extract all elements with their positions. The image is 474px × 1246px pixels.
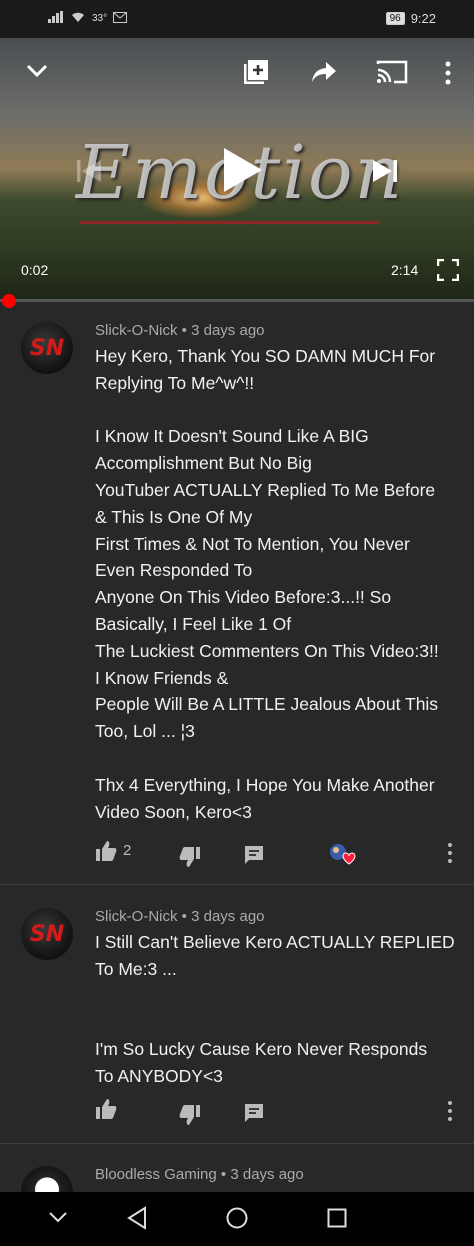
thumbs-down-icon[interactable] — [179, 846, 201, 873]
avatar[interactable]: SN — [21, 908, 73, 960]
comment-divider — [0, 1143, 474, 1144]
share-icon[interactable] — [310, 60, 338, 89]
comment-time: 3 days ago — [191, 322, 265, 339]
chevron-down-icon[interactable] — [48, 1210, 68, 1229]
comment-divider — [0, 884, 474, 885]
more-vert-icon[interactable] — [442, 1100, 458, 1127]
meta-separator: • — [181, 322, 187, 339]
video-player[interactable]: Emotion 0:02 2:14 — [0, 38, 474, 300]
reply-icon[interactable] — [243, 1102, 265, 1129]
next-icon[interactable] — [370, 156, 400, 191]
back-icon[interactable] — [126, 1206, 148, 1235]
comment-meta: Bloodless Gaming • 3 days ago — [95, 1166, 304, 1183]
comment-time: 3 days ago — [191, 908, 265, 925]
seek-handle[interactable] — [2, 294, 17, 308]
video-art-stripe — [80, 221, 380, 224]
cast-icon[interactable] — [376, 60, 408, 89]
seek-bar[interactable] — [0, 299, 474, 302]
comment-author[interactable]: Slick-O-Nick — [95, 908, 178, 925]
meta-separator: • — [181, 908, 187, 925]
creator-heart-icon — [327, 842, 357, 873]
chevron-down-icon[interactable] — [24, 58, 50, 89]
battery-indicator: 96 — [385, 12, 405, 25]
more-vert-icon[interactable] — [442, 842, 458, 869]
status-right: 96 9:22 — [385, 11, 436, 26]
recents-icon[interactable] — [327, 1208, 347, 1233]
add-to-queue-icon[interactable] — [242, 58, 270, 91]
meta-separator: • — [220, 1166, 227, 1183]
thumbs-up-icon[interactable] — [95, 840, 117, 867]
status-indicators: 33° — [48, 11, 128, 26]
status-bar: 33° 96 9:22 — [0, 0, 474, 38]
comment-author[interactable]: Slick-O-Nick — [95, 322, 178, 339]
thumbs-down-icon[interactable] — [179, 1104, 201, 1131]
current-time: 0:02 — [21, 262, 49, 278]
comment-actions: 2 — [95, 840, 465, 869]
duration: 2:14 — [391, 262, 419, 278]
mail-icon — [113, 11, 128, 26]
reply-icon[interactable] — [243, 844, 265, 871]
like-count: 2 — [123, 842, 132, 859]
system-nav-bar — [0, 1192, 474, 1246]
comment-author[interactable]: Bloodless Gaming — [95, 1166, 217, 1183]
wifi-icon — [70, 11, 86, 26]
comment-actions — [95, 1098, 465, 1127]
thumbs-up-icon[interactable] — [95, 1098, 117, 1125]
more-vert-icon[interactable] — [440, 60, 456, 91]
comment-meta: Slick-O-Nick • 3 days ago — [95, 908, 265, 925]
temperature-text: 33° — [92, 13, 108, 24]
home-icon[interactable] — [226, 1207, 248, 1234]
comment-text: I Still Can't Believe Kero ACTUALLY REPL… — [95, 932, 455, 1086]
fullscreen-icon[interactable] — [436, 258, 460, 286]
previous-icon[interactable] — [74, 156, 104, 191]
avatar[interactable]: SN — [21, 322, 73, 374]
play-icon[interactable] — [220, 146, 264, 199]
clock: 9:22 — [410, 11, 436, 26]
comment-time: 3 days ago — [230, 1166, 304, 1183]
signal-icon — [48, 11, 64, 26]
comment-meta: Slick-O-Nick • 3 days ago — [95, 322, 265, 339]
comment-text: Hey Kero, Thank You SO DAMN MUCH For Rep… — [95, 346, 439, 822]
